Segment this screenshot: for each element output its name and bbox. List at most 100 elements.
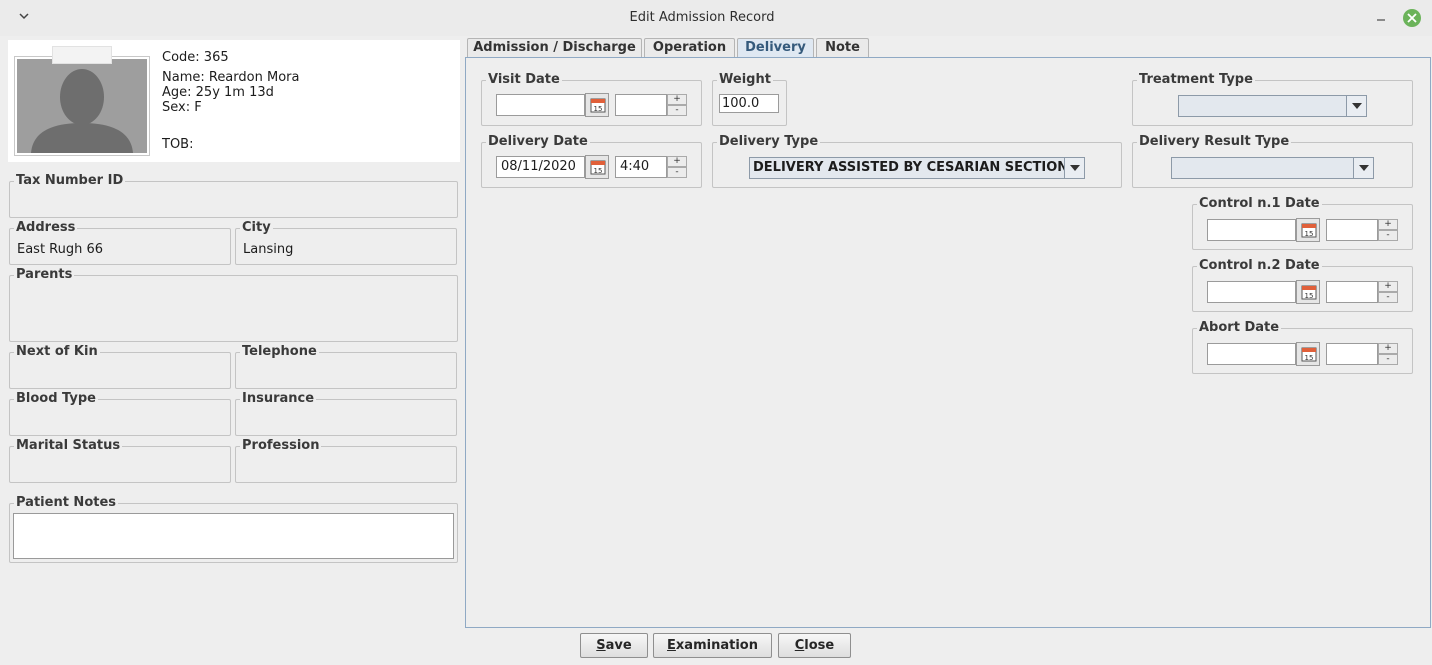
delivery-result-type-group: Delivery Result Type — [1132, 134, 1413, 188]
patient-age: Age: 25y 1m 13d — [162, 85, 274, 100]
weight-input[interactable]: 100.0 — [719, 94, 779, 113]
treatment-type-label: Treatment Type — [1137, 72, 1255, 87]
patient-notes-textarea[interactable] — [13, 513, 454, 559]
delivery-time-decrement[interactable]: - — [667, 167, 687, 178]
title-bar: Edit Admission Record — [0, 0, 1432, 36]
next-of-kin-group: Next of Kin — [9, 344, 231, 389]
abort-date-input[interactable] — [1207, 343, 1296, 365]
calendar-icon[interactable]: 15 — [1296, 342, 1320, 366]
address-value: East Rugh 66 — [17, 242, 104, 257]
dropdown-arrow-icon[interactable] — [1353, 158, 1373, 178]
next-of-kin-label: Next of Kin — [14, 344, 100, 359]
delivery-date-group: Delivery Date 08/11/2020 15 4:40 + - — [481, 134, 702, 188]
city-group: City Lansing — [235, 220, 457, 265]
close-mnemonic: C — [794, 638, 805, 653]
marital-status-group: Marital Status — [9, 438, 231, 483]
delivery-type-select[interactable]: DELIVERY ASSISTED BY CESARIAN SECTION — [749, 157, 1085, 179]
patient-photo — [14, 56, 150, 156]
control-1-date-group: Control n.1 Date 15 + - — [1192, 196, 1413, 250]
control-1-time-decrement[interactable]: - — [1378, 230, 1398, 241]
abort-time-increment[interactable]: + — [1378, 343, 1398, 354]
telephone-label: Telephone — [240, 344, 319, 359]
patient-notes-label: Patient Notes — [14, 495, 119, 510]
patient-name: Name: Reardon Mora — [162, 70, 300, 85]
tab-operation[interactable]: Operation — [644, 38, 735, 58]
delivery-date-label: Delivery Date — [486, 134, 590, 149]
city-label: City — [240, 220, 273, 235]
treatment-type-select[interactable] — [1178, 95, 1367, 117]
calendar-icon[interactable]: 15 — [1296, 218, 1320, 242]
control-2-date-group: Control n.2 Date 15 + - — [1192, 258, 1413, 312]
visit-date-label: Visit Date — [486, 72, 562, 87]
delivery-time-input[interactable]: 4:40 — [615, 156, 667, 178]
tab-admission-discharge[interactable]: Admission / Discharge — [467, 38, 642, 58]
svg-text:15: 15 — [1305, 354, 1314, 362]
photo-tape-decoration — [52, 46, 112, 64]
telephone-group: Telephone — [235, 344, 457, 389]
svg-text:15: 15 — [1305, 230, 1314, 238]
svg-text:15: 15 — [594, 167, 603, 175]
tax-number-group: Tax Number ID — [9, 173, 458, 218]
delivery-result-type-label: Delivery Result Type — [1137, 134, 1292, 149]
patient-notes-group: Patient Notes — [9, 495, 458, 563]
weight-group: Weight 100.0 — [712, 72, 787, 126]
save-mnemonic: S — [596, 638, 606, 653]
abort-time-decrement[interactable]: - — [1378, 354, 1398, 365]
delivery-date-input[interactable]: 08/11/2020 — [496, 156, 585, 178]
abort-date-group: Abort Date 15 + - — [1192, 320, 1413, 374]
visit-time-increment[interactable]: + — [667, 94, 687, 105]
control-1-time-input[interactable] — [1326, 219, 1378, 241]
tab-note[interactable]: Note — [816, 38, 869, 58]
insurance-group: Insurance — [235, 391, 457, 436]
minimize-icon[interactable] — [1372, 8, 1390, 26]
control-2-time-decrement[interactable]: - — [1378, 292, 1398, 303]
treatment-type-group: Treatment Type — [1132, 72, 1413, 126]
control-1-date-label: Control n.1 Date — [1197, 196, 1322, 211]
calendar-icon[interactable]: 15 — [585, 93, 609, 117]
patient-sex: Sex: F — [162, 100, 202, 115]
calendar-icon[interactable]: 15 — [1296, 280, 1320, 304]
dropdown-arrow-icon[interactable] — [1064, 158, 1084, 178]
delivery-type-group: Delivery Type DELIVERY ASSISTED BY CESAR… — [712, 134, 1122, 188]
save-label: ave — [605, 638, 632, 653]
control-1-date-input[interactable] — [1207, 219, 1296, 241]
visit-date-group: Visit Date 15 + - — [481, 72, 702, 126]
patient-code: Code: 365 — [162, 50, 229, 65]
dropdown-arrow-icon[interactable] — [1346, 96, 1366, 116]
visit-time-input[interactable] — [615, 94, 667, 116]
control-2-date-input[interactable] — [1207, 281, 1296, 303]
blood-type-group: Blood Type — [9, 391, 231, 436]
delivery-result-type-select[interactable] — [1171, 157, 1374, 179]
address-label: Address — [14, 220, 78, 235]
tab-delivery[interactable]: Delivery — [737, 38, 814, 58]
person-silhouette-icon — [17, 59, 147, 153]
close-icon[interactable] — [1403, 9, 1421, 27]
visit-time-decrement[interactable]: - — [667, 105, 687, 116]
patient-summary-card: Code: 365 Name: Reardon Mora Age: 25y 1m… — [8, 40, 460, 162]
save-button[interactable]: Save — [580, 633, 648, 658]
blood-type-label: Blood Type — [14, 391, 98, 406]
examination-label: xamination — [675, 638, 758, 653]
abort-time-input[interactable] — [1326, 343, 1378, 365]
profession-group: Profession — [235, 438, 457, 483]
delivery-time-increment[interactable]: + — [667, 156, 687, 167]
control-2-date-label: Control n.2 Date — [1197, 258, 1322, 273]
patient-tob: TOB: — [162, 137, 194, 152]
profession-label: Profession — [240, 438, 322, 453]
weight-label: Weight — [717, 72, 773, 87]
svg-text:15: 15 — [594, 105, 603, 113]
delivery-type-label: Delivery Type — [717, 134, 821, 149]
examination-mnemonic: E — [667, 638, 676, 653]
examination-button[interactable]: Examination — [653, 633, 772, 658]
svg-text:15: 15 — [1305, 292, 1314, 300]
close-button[interactable]: Close — [778, 633, 851, 658]
close-label: lose — [804, 638, 835, 653]
control-2-time-input[interactable] — [1326, 281, 1378, 303]
insurance-label: Insurance — [240, 391, 317, 406]
calendar-icon[interactable]: 15 — [585, 155, 609, 179]
control-2-time-increment[interactable]: + — [1378, 281, 1398, 292]
visit-date-input[interactable] — [496, 94, 585, 116]
city-value: Lansing — [243, 242, 294, 257]
control-1-time-increment[interactable]: + — [1378, 219, 1398, 230]
marital-status-label: Marital Status — [14, 438, 123, 453]
